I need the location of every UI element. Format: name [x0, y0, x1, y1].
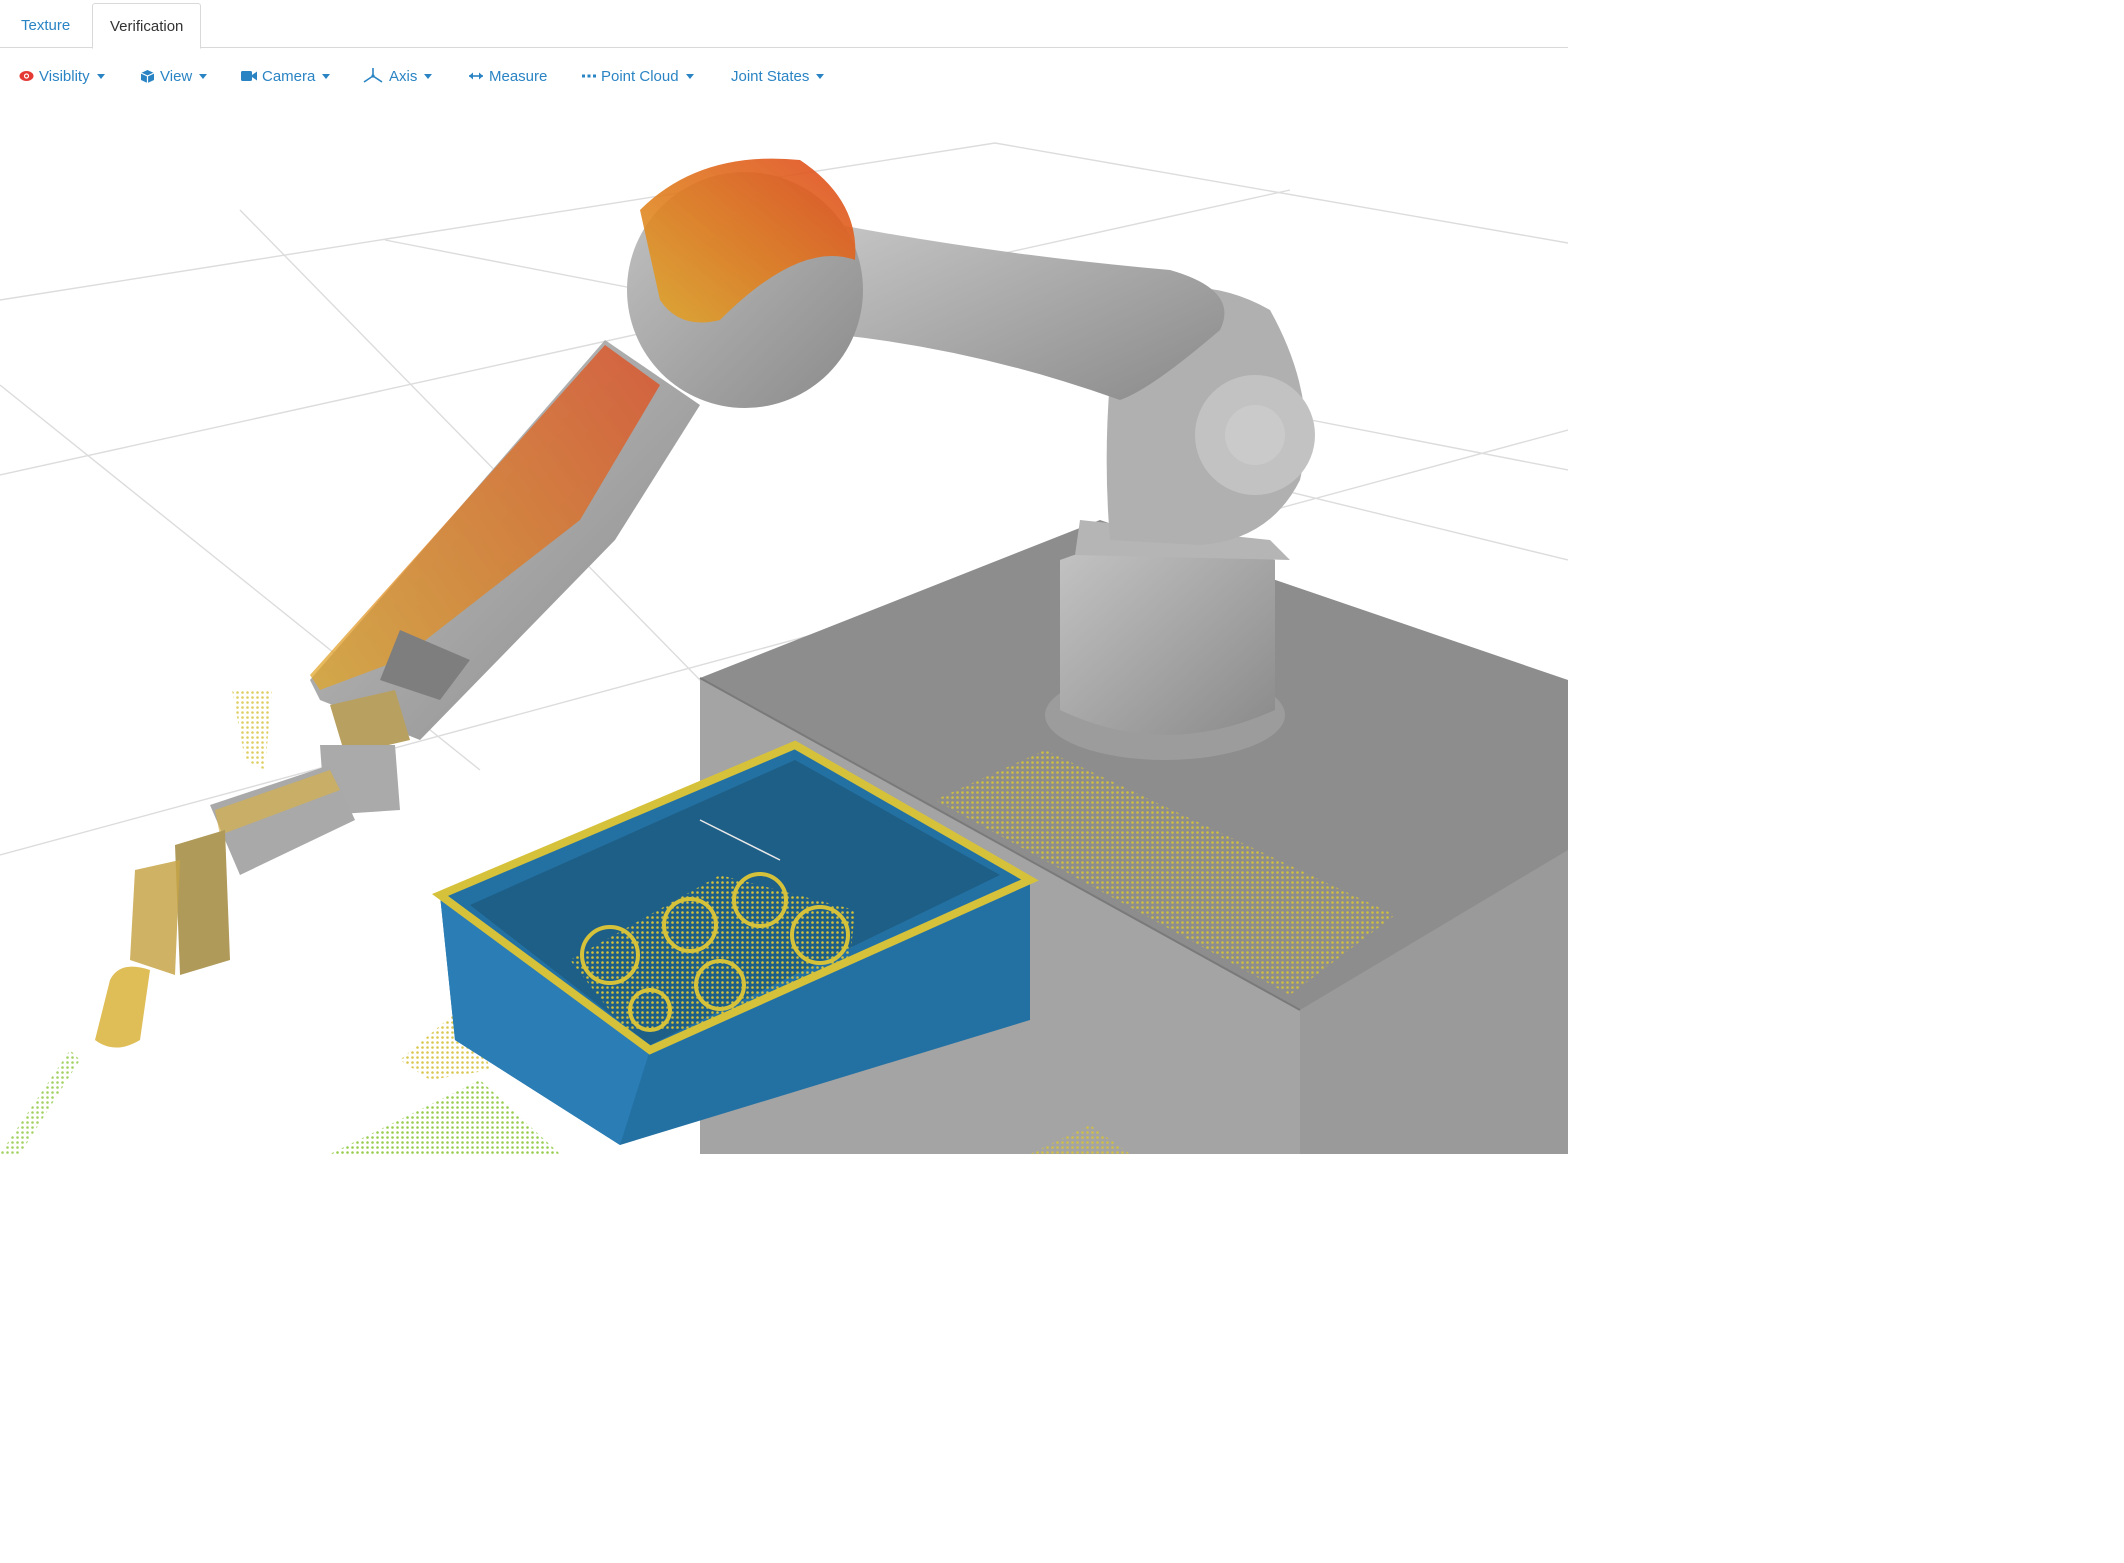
point-cloud-menu-button[interactable]: Point Cloud — [582, 58, 694, 94]
view-label: View — [160, 67, 193, 85]
measure-label: Measure — [489, 67, 548, 85]
robot-base — [1045, 520, 1290, 760]
chevron-down-icon — [816, 73, 825, 79]
visibility-label: Visiblity — [39, 67, 90, 85]
chevron-down-icon — [322, 73, 331, 79]
tab-texture[interactable]: Texture — [4, 3, 87, 48]
tab-verification[interactable]: Verification — [92, 3, 202, 49]
floor-point-cloud-yellow — [232, 690, 272, 770]
viewer-toolbar: Visiblity View Camera Axis Measure Point… — [0, 58, 1568, 94]
eye-icon — [19, 71, 34, 81]
cube-icon — [140, 69, 155, 83]
scene-canvas[interactable] — [0, 96, 1568, 1154]
axis-icon — [363, 68, 383, 83]
axis-menu-button[interactable]: Axis — [362, 58, 433, 94]
tab-bar: Texture Verification — [0, 0, 1568, 49]
camera-menu-button[interactable]: Camera — [241, 58, 331, 94]
dots-icon — [582, 74, 596, 78]
chevron-down-icon — [96, 73, 105, 79]
robot-gripper — [95, 765, 355, 1048]
chevron-down-icon — [424, 73, 433, 79]
point-cloud-label: Point Cloud — [601, 67, 679, 85]
chevron-down-icon — [685, 73, 694, 79]
camera-label: Camera — [262, 67, 316, 85]
robot-elbow — [627, 158, 863, 408]
joint-states-menu-button[interactable]: Joint States — [731, 58, 825, 94]
arrows-horizontal-icon — [469, 72, 483, 80]
video-camera-icon — [241, 71, 257, 81]
joint-states-label: Joint States — [731, 67, 810, 85]
3d-viewport[interactable] — [0, 96, 1568, 1154]
visibility-menu-button[interactable]: Visiblity — [19, 58, 105, 94]
axis-label: Axis — [389, 67, 418, 85]
view-menu-button[interactable]: View — [140, 58, 208, 94]
floor-point-cloud-green — [330, 1080, 560, 1154]
measure-button[interactable]: Measure — [468, 58, 547, 94]
chevron-down-icon — [199, 73, 208, 79]
